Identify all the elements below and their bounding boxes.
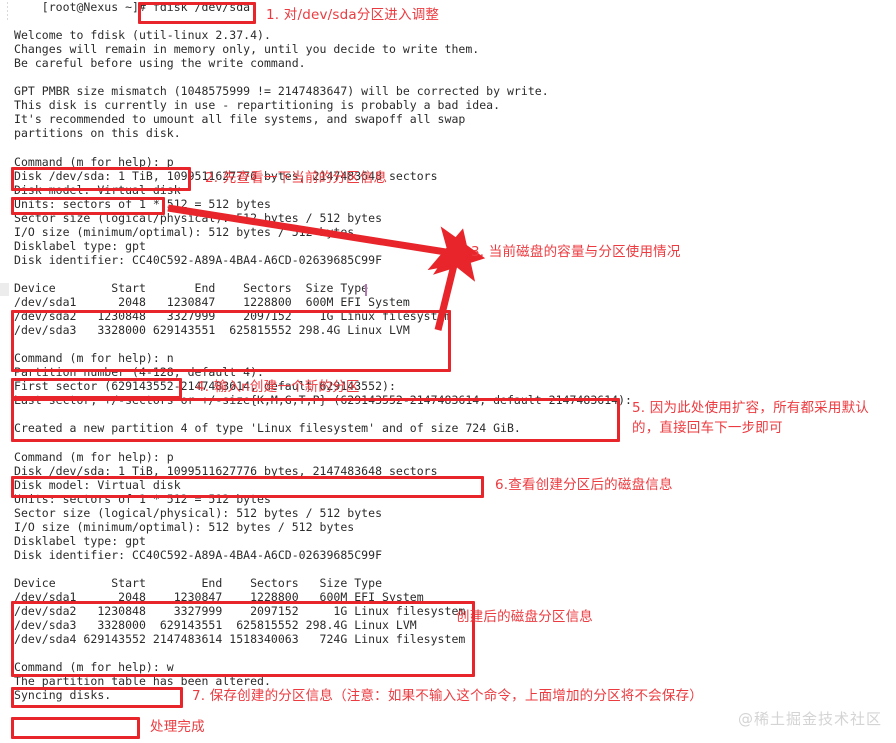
annotation-5: 5. 因为此处使用扩容，所有都采用默认 的，直接回车下一步即可 [632, 400, 869, 436]
terminal-line: Device Start End Sectors Size Type [14, 280, 369, 295]
annotation-9: 处理完成 [150, 719, 205, 735]
terminal-line: Disk identifier: CC40C592-A89A-4BA4-A6CD… [14, 252, 383, 267]
annotation-1: 1. 对/dev/sda分区进入调整 [266, 7, 440, 23]
terminal-line: Sector size (logical/physical): 512 byte… [14, 505, 383, 520]
terminal-line: This disk is currently in use - repartit… [14, 98, 501, 113]
terminal-line: I/O size (minimum/optimal): 512 bytes / … [14, 519, 355, 534]
highlight-box-command-n [11, 378, 182, 399]
terminal-line: partitions on this disk. [14, 126, 181, 141]
highlight-box-fdisk-command [138, 2, 256, 24]
watermark: @稀土掘金技术社区 [737, 710, 882, 728]
highlight-box-syncing-disks [11, 717, 140, 739]
annotation-7: 创建后的磁盘分区信息 [456, 609, 593, 625]
highlight-box-command-w [11, 687, 183, 708]
text-caret [365, 284, 367, 296]
terminal-line: Device Start End Sectors Size Type [14, 575, 383, 590]
highlight-box-partition-table-1 [11, 310, 451, 372]
highlight-box-command-p-1 [11, 167, 191, 191]
highlight-box-command-p-2 [11, 476, 484, 498]
annotation-4: 4. 输入n创建一个新的分区 [196, 379, 360, 395]
terminal-line: Welcome to fdisk (util-linux 2.37.4). [14, 28, 271, 43]
annotation-8: 7. 保存创建的分区信息（注意：如果不输入这个命令，上面增加的分区将不会保存） [192, 688, 703, 704]
terminal-line: Disklabel type: gpt [14, 238, 146, 253]
terminal-line: It's recommended to umount all file syst… [14, 112, 466, 127]
annotation-3: 3. 当前磁盘的容量与分区使用情况 [471, 244, 681, 260]
terminal-line: Command (m for help): p [14, 449, 174, 464]
terminal-line: I/O size (minimum/optimal): 512 bytes / … [14, 224, 355, 239]
highlight-box-new-partition-prompts [11, 398, 620, 442]
terminal-line: [root@Nexus ~]# fdisk /dev/sda [14, 0, 251, 14]
screenshot-root: [root@Nexus ~]# fdisk /dev/sda Welcome t… [0, 0, 896, 743]
terminal-line: Disklabel type: gpt [14, 533, 146, 548]
highlight-box-disk-size [11, 197, 165, 215]
terminal-line: /dev/sda1 2048 1230847 1228800 600M EFI … [14, 294, 410, 309]
annotation-2: 2. 先查看一下当前的分区信息 [205, 170, 388, 186]
annotation-6: 6.查看创建分区后的磁盘信息 [495, 477, 673, 493]
terminal-line: Changes will remain in memory only, unti… [14, 42, 480, 57]
terminal-line: Disk identifier: CC40C592-A89A-4BA4-A6CD… [14, 547, 383, 562]
terminal-line: Be careful before using the write comman… [14, 56, 306, 71]
terminal-line: GPT PMBR size mismatch (1048575999 != 21… [14, 84, 549, 99]
highlight-box-partition-table-2 [11, 601, 475, 677]
